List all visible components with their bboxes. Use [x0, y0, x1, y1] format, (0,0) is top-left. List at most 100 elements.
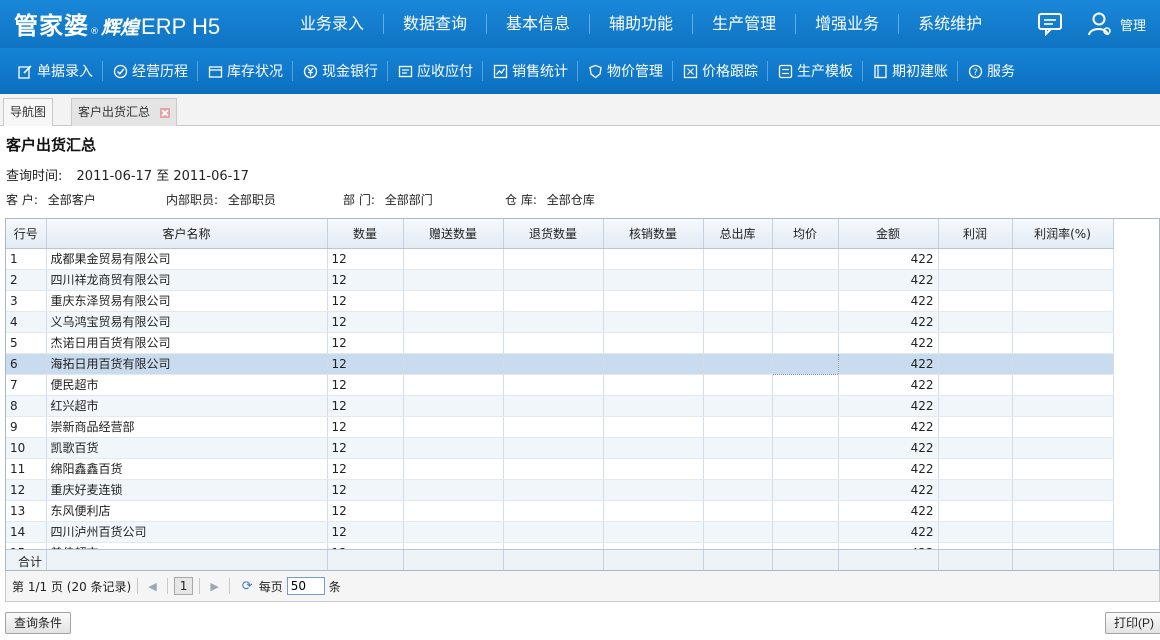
- cell-customer-name[interactable]: 海拓日用百货有限公司: [46, 353, 328, 375]
- cell-profit-rate[interactable]: [1012, 374, 1114, 396]
- cell-amount[interactable]: 422: [838, 479, 939, 501]
- table-row[interactable]: 5 杰诺日用百货有限公司 12 422: [6, 332, 1114, 354]
- cell-return-quantity[interactable]: [503, 500, 604, 522]
- cell-quantity[interactable]: 12: [327, 500, 404, 522]
- cell-total-outbound[interactable]: [703, 269, 773, 291]
- tool-receivable-payable[interactable]: 应收应付: [388, 61, 483, 81]
- cell-total-outbound[interactable]: [703, 395, 773, 417]
- cell-customer-name[interactable]: 绵阳鑫鑫百货: [46, 458, 328, 480]
- cell-customer-name[interactable]: 凯歌百货: [46, 437, 328, 459]
- col-header-customer-name[interactable]: 客户名称: [46, 219, 328, 249]
- cell-amount[interactable]: 422: [838, 437, 939, 459]
- tab-customer-shipment-summary[interactable]: 客户出货汇总: [71, 98, 177, 126]
- cell-profit[interactable]: [938, 332, 1013, 354]
- cell-customer-name[interactable]: 崇新商品经营部: [46, 416, 328, 438]
- topnav-production[interactable]: 生产管理: [693, 14, 797, 34]
- cell-total-outbound[interactable]: [703, 290, 773, 312]
- print-button[interactable]: 打印(P): [1105, 612, 1160, 634]
- cell-return-quantity[interactable]: [503, 248, 604, 270]
- cell-profit[interactable]: [938, 248, 1013, 270]
- cell-quantity[interactable]: 12: [327, 416, 404, 438]
- cell-avg-price[interactable]: [772, 500, 839, 522]
- table-row[interactable]: 12 重庆好麦连锁 12 422: [6, 479, 1114, 501]
- cell-writeoff-quantity[interactable]: [603, 269, 704, 291]
- cell-return-quantity[interactable]: [503, 479, 604, 501]
- cell-profit-rate[interactable]: [1012, 416, 1114, 438]
- tool-document-entry[interactable]: 单据录入: [8, 61, 103, 81]
- cell-profit-rate[interactable]: [1012, 290, 1114, 312]
- cell-amount[interactable]: 422: [838, 374, 939, 396]
- cell-total-outbound[interactable]: [703, 479, 773, 501]
- cell-return-quantity[interactable]: [503, 353, 604, 375]
- table-row[interactable]: 9 崇新商品经营部 12 422: [6, 416, 1114, 438]
- cell-return-quantity[interactable]: [503, 458, 604, 480]
- col-header-writeoff-quantity[interactable]: 核销数量: [603, 219, 704, 249]
- cell-writeoff-quantity[interactable]: [603, 290, 704, 312]
- cell-profit[interactable]: [938, 353, 1013, 375]
- table-row[interactable]: 1 成都果金贸易有限公司 12 422: [6, 248, 1114, 270]
- cell-amount[interactable]: 422: [838, 269, 939, 291]
- cell-return-quantity[interactable]: [503, 311, 604, 333]
- cell-avg-price[interactable]: [772, 374, 839, 396]
- customer-shipment-grid[interactable]: 行号 客户名称 数量 赠送数量 退货数量 核销数量 总出库 均价 金额 利润 利…: [5, 218, 1160, 571]
- cell-gift-quantity[interactable]: [403, 437, 504, 459]
- cell-quantity[interactable]: 12: [327, 290, 404, 312]
- cell-profit-rate[interactable]: [1012, 500, 1114, 522]
- cell-profit[interactable]: [938, 437, 1013, 459]
- cell-row-no[interactable]: 8: [6, 395, 47, 417]
- cell-quantity[interactable]: 12: [327, 437, 404, 459]
- cell-row-no[interactable]: 12: [6, 479, 47, 501]
- topnav-business-entry[interactable]: 业务录入: [281, 14, 385, 34]
- current-page-button[interactable]: 1: [173, 577, 194, 595]
- table-row[interactable]: 13 东风便利店 12 422: [6, 500, 1114, 522]
- topnav-data-query[interactable]: 数据查询: [384, 14, 488, 34]
- cell-row-no[interactable]: 10: [6, 437, 47, 459]
- cell-avg-price[interactable]: [772, 479, 839, 501]
- cell-return-quantity[interactable]: [503, 332, 604, 354]
- cell-gift-quantity[interactable]: [403, 248, 504, 270]
- cell-writeoff-quantity[interactable]: [603, 395, 704, 417]
- cell-quantity[interactable]: 12: [327, 374, 404, 396]
- tool-price-tracking[interactable]: 价格跟踪: [673, 61, 768, 81]
- cell-total-outbound[interactable]: [703, 500, 773, 522]
- cell-row-no[interactable]: 13: [6, 500, 47, 522]
- cell-profit[interactable]: [938, 479, 1013, 501]
- cell-return-quantity[interactable]: [503, 290, 604, 312]
- cell-avg-price[interactable]: [772, 290, 839, 312]
- cell-customer-name[interactable]: 红兴超市: [46, 395, 328, 417]
- cell-profit-rate[interactable]: [1012, 332, 1114, 354]
- close-icon[interactable]: [159, 107, 170, 118]
- col-header-avg-price[interactable]: 均价: [772, 219, 839, 249]
- table-row[interactable]: 6 海拓日用百货有限公司 12 422: [6, 352, 1114, 375]
- cell-amount[interactable]: 422: [838, 353, 939, 375]
- tool-sales-statistics[interactable]: 销售统计: [483, 61, 578, 81]
- cell-total-outbound[interactable]: [703, 353, 773, 375]
- prev-page-icon[interactable]: ◀: [148, 580, 156, 593]
- admin-label[interactable]: 管理: [1120, 15, 1146, 34]
- cell-total-outbound[interactable]: [703, 374, 773, 396]
- table-row[interactable]: 11 绵阳鑫鑫百货 12 422: [6, 458, 1114, 480]
- col-header-quantity[interactable]: 数量: [327, 219, 404, 249]
- cell-row-no[interactable]: 14: [6, 521, 47, 543]
- cell-row-no[interactable]: 3: [6, 290, 47, 312]
- cell-gift-quantity[interactable]: [403, 458, 504, 480]
- cell-writeoff-quantity[interactable]: [603, 353, 704, 375]
- cell-profit[interactable]: [938, 395, 1013, 417]
- next-page-icon[interactable]: ▶: [210, 580, 218, 593]
- cell-avg-price[interactable]: [771, 352, 839, 375]
- tool-price-management[interactable]: 物价管理: [578, 61, 673, 81]
- table-row[interactable]: 7 便民超市 12 422: [6, 374, 1114, 396]
- cell-writeoff-quantity[interactable]: [603, 521, 704, 543]
- cell-avg-price[interactable]: [772, 269, 839, 291]
- cell-row-no[interactable]: 6: [6, 353, 47, 375]
- user-icon[interactable]: [1086, 10, 1114, 38]
- cell-writeoff-quantity[interactable]: [603, 248, 704, 270]
- cell-profit[interactable]: [938, 374, 1013, 396]
- cell-avg-price[interactable]: [772, 311, 839, 333]
- cell-gift-quantity[interactable]: [403, 479, 504, 501]
- cell-quantity[interactable]: 12: [327, 353, 404, 375]
- cell-writeoff-quantity[interactable]: [603, 437, 704, 459]
- cell-gift-quantity[interactable]: [403, 290, 504, 312]
- cell-avg-price[interactable]: [772, 395, 839, 417]
- cell-total-outbound[interactable]: [703, 248, 773, 270]
